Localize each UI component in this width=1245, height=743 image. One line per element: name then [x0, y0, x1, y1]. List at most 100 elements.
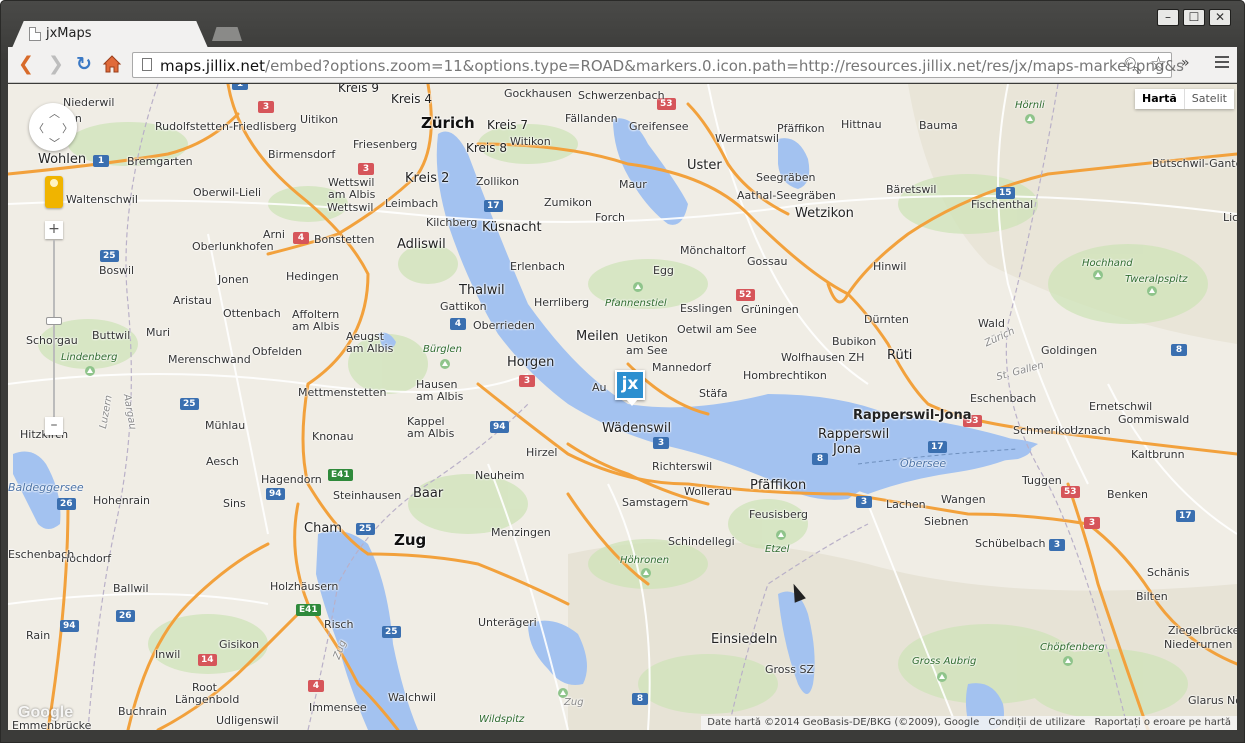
pan-control[interactable]: ︿ ﹀ 〈 〉	[29, 103, 77, 151]
place-label: Bütschwil-Ganterschwil	[1152, 157, 1237, 170]
minimize-button[interactable]: –	[1157, 9, 1179, 26]
url-path: /embed?options.zoom=11&options.type=ROAD…	[265, 57, 1184, 75]
place-label: Uznach	[1070, 424, 1111, 437]
peak-label: Wildspitz	[479, 714, 525, 725]
place-label: Rapperswil-Jona	[853, 408, 972, 423]
place-label: Glarus Nord	[1188, 694, 1237, 707]
place-label: Rudolfstetten-Friedlisberg	[155, 120, 297, 133]
place-label: Grüningen	[741, 303, 799, 316]
place-label: Knonau	[312, 430, 354, 443]
zoom-out-button[interactable]: –	[45, 417, 63, 435]
place-label: Buttwil	[92, 329, 131, 342]
road-shield: 3	[856, 496, 872, 508]
place-label: Friesenberg	[353, 138, 418, 151]
address-bar[interactable]: maps.jillix.net/embed?options.zoom=11&op…	[132, 52, 1184, 78]
road-shield: 17	[928, 441, 947, 453]
pan-right-icon[interactable]: 〉	[62, 120, 73, 136]
place-label: Niederurnen	[1164, 638, 1233, 651]
place-label: Adliswil	[397, 237, 446, 252]
peak-label: Bürglen	[423, 344, 462, 355]
road-shield: 3	[358, 163, 374, 175]
place-label: Mühlau	[205, 419, 246, 432]
place-label: Richterswil	[652, 460, 713, 473]
url-text: maps.jillix.net/embed?options.zoom=11&op…	[160, 57, 1184, 75]
place-label: Au	[592, 381, 607, 394]
tab-jxmaps[interactable]	[12, 21, 208, 48]
peak-label: Etzel	[765, 544, 790, 555]
tab-title: jxMaps	[46, 26, 92, 41]
place-label: Kreis 7	[487, 118, 528, 132]
pan-up-icon[interactable]: ︿	[49, 105, 60, 121]
place-label: Eschenbach	[970, 392, 1037, 405]
street-view-pegman-icon[interactable]	[45, 176, 63, 208]
zoom-slider-thumb[interactable]	[46, 317, 62, 325]
place-label: Ottenbach	[223, 307, 281, 320]
place-label: Aeugst am Albis	[346, 330, 394, 355]
place-label: Gommiswald	[1118, 413, 1190, 426]
map-viewport[interactable]: 3 1 53 1 3 17 15 4 25 52 4 8 3 25 53 94 …	[8, 84, 1237, 730]
place-label: Wettswil	[327, 201, 374, 214]
zoom-slider-track[interactable]	[53, 240, 55, 418]
peak-label: Chöpfenberg	[1040, 642, 1105, 653]
zoom-search-icon[interactable]: 🔍︎	[1123, 56, 1143, 75]
browser-toolbar: ❮ ❯ ↻ maps.jillix.net/embed?options.zoom…	[8, 47, 1237, 83]
place-label: Zumikon	[544, 196, 592, 209]
road-shield: 17	[1176, 510, 1195, 522]
place-label: Affoltern am Albis	[292, 308, 340, 333]
maximize-button[interactable]: ☐	[1183, 9, 1205, 26]
terms-link[interactable]: Condiții de utilizare	[988, 717, 1085, 728]
road-shield: 25	[382, 626, 401, 638]
map-type-control: Hartă Satelit	[1135, 89, 1234, 109]
bookmark-star-icon[interactable]: ☆	[1150, 53, 1167, 75]
place-label: Aesch	[206, 455, 239, 468]
pan-left-icon[interactable]: 〈	[33, 120, 44, 136]
place-label: Herrliberg	[534, 296, 590, 309]
back-arrow-icon[interactable]: ❮	[14, 53, 38, 77]
home-button[interactable]	[100, 53, 124, 77]
forward-arrow-icon[interactable]: ❯	[44, 53, 68, 77]
peak-marker	[1147, 286, 1157, 296]
place-label: Risch	[324, 618, 354, 631]
place-label: Obfelden	[252, 345, 303, 358]
place-label: Oberrieden	[473, 319, 535, 332]
place-label: Stäfa	[699, 387, 728, 400]
zoom-in-button[interactable]: +	[45, 221, 63, 239]
place-label: Seegräben	[756, 171, 816, 184]
place-label: Ballwil	[113, 582, 149, 595]
place-label: Uster	[687, 158, 722, 173]
place-label: Feusisberg	[749, 508, 809, 521]
peak-label: Tweralpspitz	[1125, 274, 1188, 285]
peak-label: Lindenberg	[61, 352, 118, 363]
road-shield: 8	[812, 453, 828, 465]
menu-hamburger-icon[interactable]	[1215, 56, 1229, 70]
browser-window: jxMaps – ☐ ✕ ❮ ❯ ↻ maps.jillix.net/embed…	[0, 0, 1245, 743]
report-error-link[interactable]: Raportați o eroare pe hartă	[1095, 717, 1231, 728]
pan-down-icon[interactable]: ﹀	[49, 135, 60, 151]
place-label: Bäretswil	[886, 183, 937, 196]
place-label: Gattikon	[440, 300, 487, 313]
place-label: Erlenbach	[510, 260, 566, 273]
url-host: maps.jillix.net	[160, 57, 266, 75]
new-tab-button[interactable]	[212, 27, 242, 41]
peak-marker	[1063, 656, 1073, 666]
map-type-satellite-button[interactable]: Satelit	[1183, 89, 1234, 109]
place-label: Pfäffikon	[777, 122, 825, 135]
place-label: Meilen	[576, 329, 619, 344]
place-label: Hohenrain	[93, 494, 151, 507]
place-label: Niederwil	[63, 96, 115, 109]
extensions-overflow-icon[interactable]: »	[1181, 55, 1190, 71]
place-label: Oberwil-Lieli	[193, 186, 262, 199]
road-shield: 94	[490, 421, 509, 433]
map-type-map-button[interactable]: Hartă	[1135, 89, 1184, 109]
place-label: Horgen	[507, 355, 555, 370]
place-label: Aathal-Seegräben	[737, 189, 836, 202]
place-label: Wermatswil	[715, 132, 779, 145]
road-shield: E41	[328, 469, 353, 481]
close-window-button[interactable]: ✕	[1209, 9, 1231, 26]
water-label: Obersee	[900, 457, 947, 470]
place-label: Esslingen	[680, 302, 733, 315]
place-label: Dürnten	[864, 313, 909, 326]
road-shield: 25	[180, 398, 199, 410]
map-marker-icon[interactable]: jx	[615, 370, 645, 406]
reload-icon[interactable]: ↻	[72, 53, 96, 77]
